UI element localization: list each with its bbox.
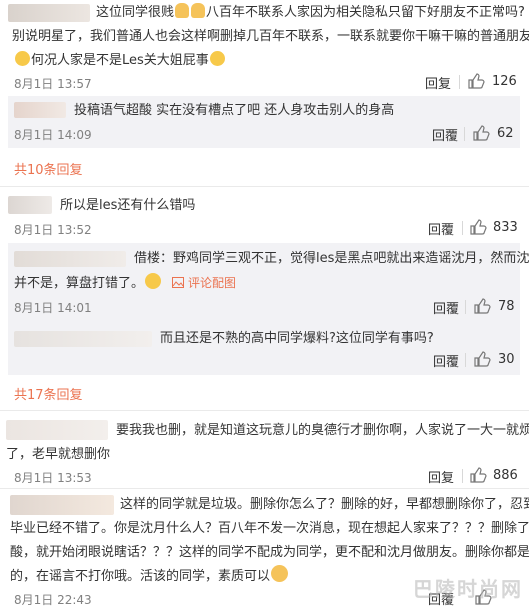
blurred-avatar-username xyxy=(14,251,126,267)
smile-emoji-icon xyxy=(145,273,162,289)
blurred-avatar-username xyxy=(8,196,52,214)
more-replies-link[interactable]: 共17条回复 xyxy=(14,384,83,403)
divider xyxy=(464,127,465,141)
blurred-avatar-username xyxy=(14,102,66,118)
comment-text: 酸，就开始闭眼说瞎话？？？这样的同学不配成为同学，更不配和沈月做朋友。删除你都是… xyxy=(10,545,529,560)
divider xyxy=(462,221,463,235)
reply-button[interactable]: 回覆 xyxy=(433,351,459,370)
comment-text: 了，老早就想删你 xyxy=(6,447,111,462)
blurred-avatar-username xyxy=(8,4,90,22)
thumbs-up-icon[interactable] xyxy=(473,350,491,368)
reply-button[interactable]: 回覆 xyxy=(432,125,458,144)
comment-text: 别说明星了，我们普通人也会这样啊删掉几百年不联系，一联系就要你干嘛干嘛的普通朋友 xyxy=(12,29,529,44)
divider xyxy=(462,469,463,483)
like-count: 78 xyxy=(498,299,515,314)
divider xyxy=(465,300,466,314)
like-count: 886 xyxy=(493,468,518,483)
clap-emoji-icon xyxy=(175,3,190,18)
sub-reply-time: 8月1日 14:01 xyxy=(14,301,92,315)
like-count: 62 xyxy=(497,126,514,141)
laughing-emoji-icon xyxy=(15,51,30,66)
sub-reply-text: 而且还是不熟的高中同学爆料?这位同学有事吗? xyxy=(160,331,434,346)
more-replies-link[interactable]: 共10条回复 xyxy=(14,159,83,178)
comment-time: 8月1日 13:52 xyxy=(14,223,92,237)
thumbs-up-icon[interactable] xyxy=(473,297,491,315)
blurred-avatar-username xyxy=(6,420,108,440)
sub-reply-text: 并不是，算盘打错了。 评论配图 xyxy=(14,271,236,296)
sub-reply-time: 8月1日 14:09 xyxy=(14,128,92,142)
comment-text: 毕业已经不错了。你是沈月什么人？百八年不发一次消息，现在想起人家来了？？？删除了… xyxy=(10,521,529,536)
thumbs-up-icon[interactable] xyxy=(472,124,490,142)
watermark: 巴陵时尚网 xyxy=(413,577,523,601)
divider xyxy=(459,75,460,89)
comment-text: 这样的同学就是垃圾。删除你怎么了？删除的好，早都想删除你了，忍到 xyxy=(120,497,529,512)
comment-text: 这位同学很贱 八百年不联系人家因为相关隐私只留下好朋友不正常吗? xyxy=(96,3,525,20)
comment-time: 8月1日 13:53 xyxy=(14,471,92,485)
clap-emoji-icon xyxy=(191,3,206,18)
thumbs-up-icon[interactable] xyxy=(467,72,485,90)
clap-emoji-icon xyxy=(271,565,289,582)
grimace-emoji-icon xyxy=(209,51,225,66)
comment-image-link[interactable]: 评论配图 xyxy=(172,276,236,290)
like-count: 833 xyxy=(493,220,518,235)
divider xyxy=(0,186,529,187)
comment-time: 8月1日 13:57 xyxy=(14,77,92,91)
reply-button[interactable]: 回复 xyxy=(428,467,454,486)
thumbs-up-icon[interactable] xyxy=(469,218,487,236)
comment-text: 何况人家是不是Les关大姐屁事 xyxy=(14,48,226,73)
image-icon xyxy=(172,277,185,288)
reply-button[interactable]: 回覆 xyxy=(433,298,459,317)
like-count: 126 xyxy=(492,74,517,89)
comment-text: 的，在谣言不打你哦。活该的同学，素质可以 xyxy=(10,564,289,589)
divider xyxy=(0,410,529,411)
divider xyxy=(0,488,529,489)
comment-time: 8月1日 22:43 xyxy=(14,593,92,607)
thumbs-up-icon[interactable] xyxy=(469,466,487,484)
reply-button[interactable]: 回覆 xyxy=(428,219,454,238)
blurred-avatar-username xyxy=(10,495,114,515)
like-count: 30 xyxy=(498,352,515,367)
reply-button[interactable]: 回复 xyxy=(425,73,451,92)
divider xyxy=(465,353,466,367)
comment-text: 要我我也删，就是知道这玩意儿的臭德行才删你啊，人家说了一大一就烦你 xyxy=(116,423,529,438)
blurred-avatar-username xyxy=(14,331,152,347)
sub-reply-text: 投稿语气超酸 实在没有槽点了吧 还人身攻击别人的身高 xyxy=(74,103,395,118)
sub-reply-text: 借楼：野鸡同学三观不正，觉得les是黑点吧就出来造谣沈月，然而沈月 xyxy=(134,251,529,266)
comment-text: 所以是les还有什么错吗 xyxy=(60,198,196,213)
